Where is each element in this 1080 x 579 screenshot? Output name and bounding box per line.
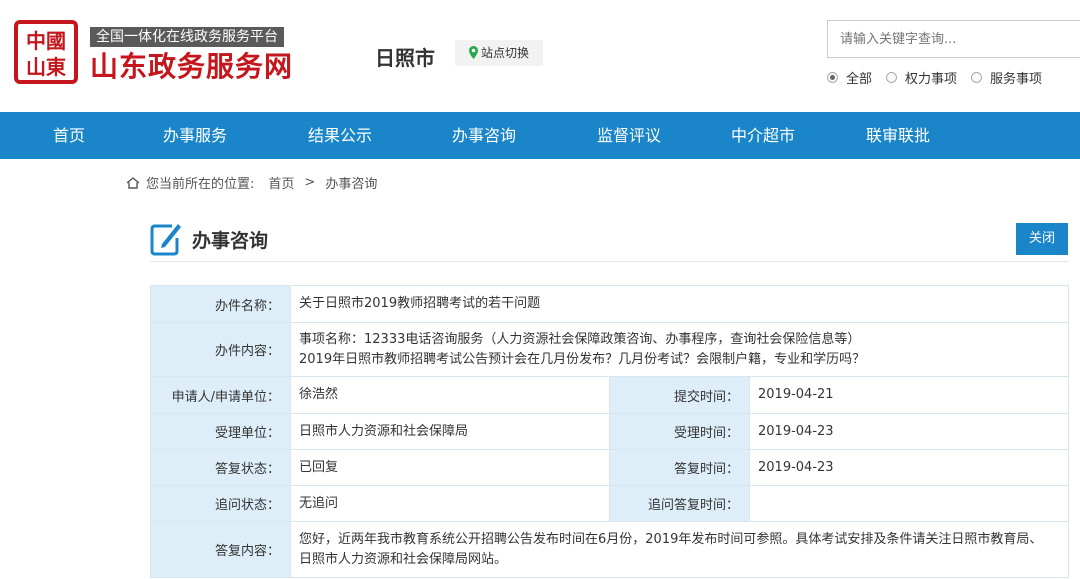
table-row: 办件内容： 事项名称：12333电话咨询服务（人力资源社会保障政策咨询、办事程序…	[150, 322, 1070, 377]
followup-status-value: 无追问	[290, 485, 610, 522]
close-button[interactable]: 关闭	[1016, 223, 1068, 255]
table-row: 追问状态： 无追问 追问答复时间：	[150, 485, 1070, 522]
title-divider	[150, 261, 1068, 262]
page-title: 办事咨询	[192, 230, 269, 252]
scope-label: 服务事项	[990, 72, 1043, 87]
scope-radio-power[interactable]: 权力事项	[886, 68, 957, 87]
nav-item-supervision[interactable]: 监督评议	[597, 112, 661, 159]
site-switch-label: 站点切换	[481, 46, 530, 60]
breadcrumb-current: 办事咨询	[325, 177, 378, 192]
nav-item-home[interactable]: 首页	[53, 112, 85, 159]
nav-item-agency-market[interactable]: 中介超市	[731, 112, 795, 159]
field-label: 答复时间：	[609, 449, 750, 486]
search-scope-radios: 全部 权力事项 服务事项	[827, 68, 1056, 87]
seal-logo-icon[interactable]: 中國 山東	[14, 20, 78, 84]
scope-label: 权力事项	[905, 72, 958, 87]
field-label: 申请人/申请单位：	[150, 376, 291, 414]
site-header: 中國 山東 全国一体化在线政务服务平台 山东政务服务网 日照市 站点切换 全部 …	[0, 0, 1080, 112]
consultation-details-table: 办件名称： 关于日照市2019教师招聘考试的若干问题 办件内容： 事项名称：12…	[150, 285, 1070, 578]
radio-unchecked-icon	[971, 72, 983, 83]
table-row: 办件名称： 关于日照市2019教师招聘考试的若干问题	[150, 285, 1070, 323]
table-row: 受理单位： 日照市人力资源和社会保障局 受理时间： 2019-04-23	[150, 413, 1070, 450]
breadcrumb-separator: >	[304, 175, 316, 190]
field-label: 受理单位：	[150, 413, 291, 450]
radio-unchecked-icon	[886, 72, 898, 83]
home-icon	[126, 176, 140, 189]
field-label: 答复状态：	[150, 449, 291, 486]
svg-text:山東: 山東	[26, 55, 66, 79]
table-row: 答复内容： 您好，近两年我市教育系统公开招聘公告发布时间在6月份，2019年发布…	[150, 521, 1070, 578]
submit-time-value: 2019-04-21	[748, 376, 1070, 414]
svg-text:中國: 中國	[26, 29, 66, 53]
field-label: 办件名称：	[150, 285, 291, 323]
field-label: 办件内容：	[150, 322, 291, 377]
breadcrumb: 您当前所在的位置: 首页 > 办事咨询	[126, 173, 377, 192]
field-label: 答复内容：	[150, 521, 291, 578]
reply-content-value: 您好，近两年我市教育系统公开招聘公告发布时间在6月份，2019年发布时间可参照。…	[289, 521, 1070, 578]
breadcrumb-prefix: 您当前所在的位置:	[146, 177, 255, 192]
content-line: 2019年日照市教师招聘考试公告预计会在几月份发布？几月份考试？会限制户籍，专业…	[299, 351, 866, 367]
scope-radio-all[interactable]: 全部	[827, 68, 872, 87]
main-nav: 首页 办事服务 结果公示 办事咨询 监督评议 中介超市 联审联批	[0, 112, 1080, 159]
accept-time-value: 2019-04-23	[748, 413, 1070, 450]
nav-item-services[interactable]: 办事服务	[163, 112, 227, 159]
item-name-value: 关于日照市2019教师招聘考试的若干问题	[289, 285, 1070, 323]
accept-unit-value: 日照市人力资源和社会保障局	[290, 413, 610, 450]
nav-item-joint-review[interactable]: 联审联批	[866, 112, 930, 159]
scope-label: 全部	[846, 72, 873, 87]
field-label: 提交时间：	[609, 376, 750, 414]
table-row: 答复状态： 已回复 答复时间： 2019-04-23	[150, 449, 1070, 486]
scope-radio-service[interactable]: 服务事项	[971, 68, 1042, 87]
breadcrumb-link-home[interactable]: 首页	[268, 173, 294, 192]
content-line: 事项名称：12333电话咨询服务（人力资源社会保障政策咨询、办事程序，查询社会保…	[299, 331, 861, 347]
field-label: 追问答复时间：	[609, 485, 750, 522]
field-label: 受理时间：	[609, 413, 750, 450]
platform-slogan: 全国一体化在线政务服务平台	[90, 27, 284, 47]
field-label: 追问状态：	[150, 485, 291, 522]
nav-item-results[interactable]: 结果公示	[308, 112, 372, 159]
search-input[interactable]	[827, 20, 1080, 58]
site-name[interactable]: 山东政务服务网	[90, 50, 293, 84]
radio-checked-icon	[827, 72, 838, 83]
location-pin-icon	[469, 46, 478, 59]
item-content-value: 事项名称：12333电话咨询服务（人力资源社会保障政策咨询、办事程序，查询社会保…	[289, 322, 1070, 377]
followup-reply-time-value	[748, 485, 1070, 522]
reply-time-value: 2019-04-23	[748, 449, 1070, 486]
reply-status-value: 已回复	[290, 449, 610, 486]
table-row: 申请人/申请单位： 徐浩然 提交时间： 2019-04-21	[150, 376, 1070, 414]
nav-item-consultation[interactable]: 办事咨询	[452, 112, 516, 159]
applicant-value: 徐浩然	[290, 376, 610, 414]
current-city: 日照市	[375, 46, 435, 70]
edit-document-icon	[150, 224, 181, 256]
